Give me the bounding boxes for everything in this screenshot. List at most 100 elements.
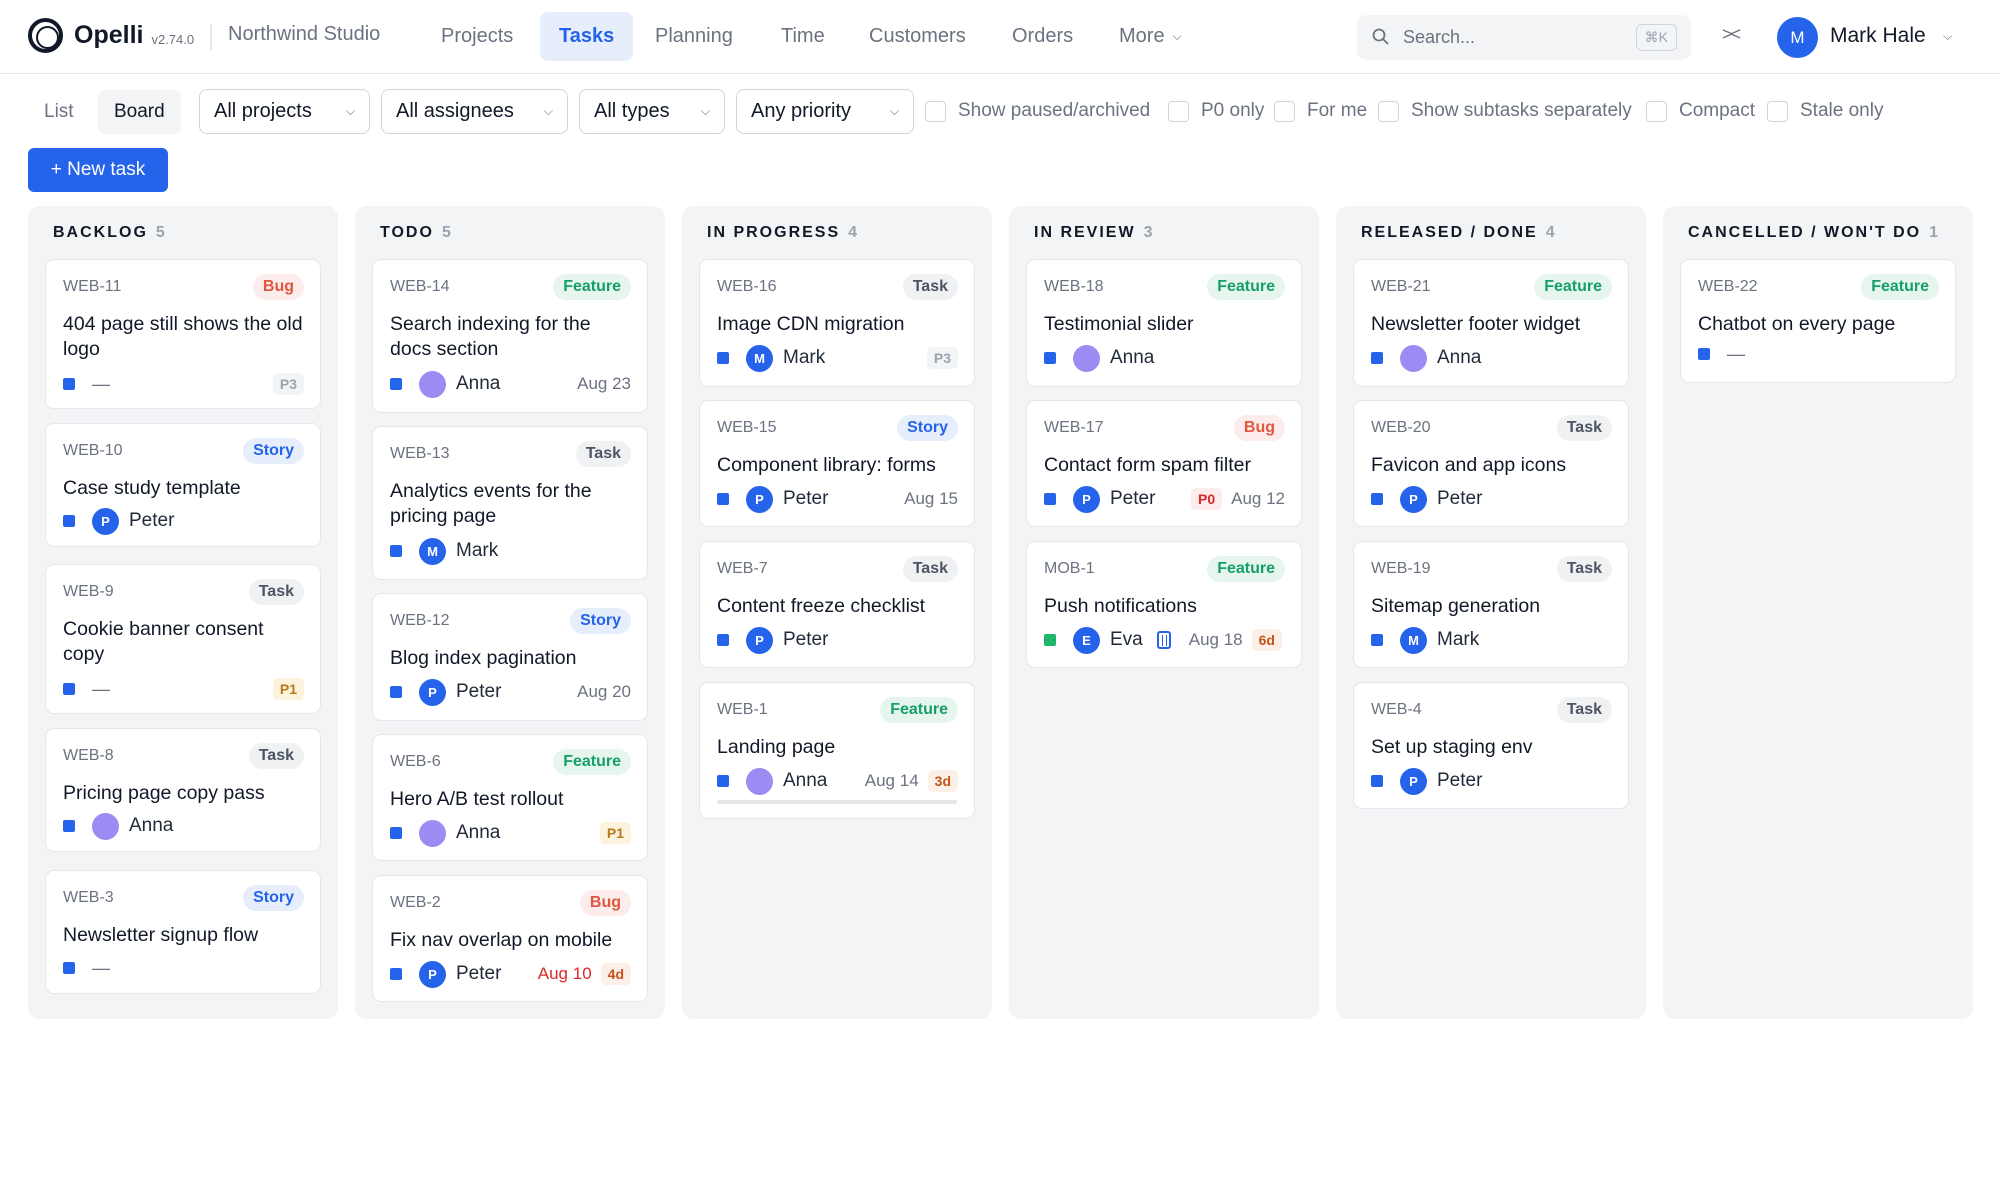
due-date: Aug 20: [577, 682, 631, 701]
task-card[interactable]: MOB-1 Feature Push notifications E Eva A…: [1026, 541, 1302, 668]
assignee-avatar: P: [92, 507, 119, 535]
task-card[interactable]: WEB-10 Story Case study template P Peter: [45, 423, 321, 547]
workspace-name[interactable]: Northwind Studio: [228, 23, 380, 46]
filter-assignees-dropdown[interactable]: All assignees ⌵: [381, 89, 568, 134]
filter-projects-dropdown[interactable]: All projects ⌵: [199, 89, 370, 134]
task-card[interactable]: WEB-8 Task Pricing page copy pass Anna: [45, 728, 321, 852]
type-badge: Task: [575, 441, 631, 467]
task-card[interactable]: WEB-3 Story Newsletter signup flow —: [45, 870, 321, 994]
checkbox-p0-only[interactable]: P0 only: [1168, 100, 1264, 122]
blocked-icon: [1156, 631, 1171, 649]
checkbox-subtasks-separately[interactable]: Show subtasks separately: [1378, 100, 1632, 122]
nav-projects[interactable]: Projects: [422, 12, 532, 61]
priority-badge: P0: [1190, 488, 1223, 510]
task-card[interactable]: WEB-19 Task Sitemap generation M Mark: [1353, 541, 1629, 668]
task-card[interactable]: WEB-7 Task Content freeze checklist P Pe…: [699, 541, 975, 668]
chevron-down-icon[interactable]: ⌵: [1943, 29, 1952, 44]
project-color-icon: [63, 515, 75, 527]
assignee-name: Anna: [129, 815, 174, 836]
checkbox-show-paused[interactable]: Show paused/archived: [925, 100, 1150, 122]
type-badge: Story: [570, 608, 631, 634]
task-card[interactable]: WEB-6 Feature Hero A/B test rollout Anna…: [372, 734, 648, 861]
column-count: 4: [1545, 224, 1555, 241]
task-card[interactable]: WEB-9 Task Cookie banner consent copy — …: [45, 564, 321, 714]
checkbox-box[interactable]: [1646, 100, 1667, 122]
nav-tasks[interactable]: Tasks: [540, 12, 634, 61]
search-input[interactable]: Search... ⌘K: [1357, 15, 1691, 60]
nav-customers[interactable]: Customers: [850, 12, 985, 61]
project-color-icon: [1371, 352, 1383, 364]
task-card[interactable]: WEB-21 Feature Newsletter footer widget …: [1353, 259, 1629, 387]
assignee-avatar: P: [746, 485, 773, 513]
filter-types-dropdown[interactable]: All types ⌵: [579, 89, 725, 134]
checkbox-compact[interactable]: Compact: [1646, 100, 1755, 122]
view-tab-board[interactable]: Board: [98, 90, 181, 134]
app-version: v2.74.0: [151, 32, 195, 47]
assignee-avatar: M: [1400, 626, 1427, 654]
task-card[interactable]: WEB-18 Feature Testimonial slider Anna: [1026, 259, 1302, 387]
filter-priority-dropdown[interactable]: Any priority ⌵: [736, 89, 914, 134]
column-count: 5: [155, 224, 165, 241]
project-color-icon: [717, 352, 729, 364]
task-card[interactable]: WEB-16 Task Image CDN migration M Mark P…: [699, 259, 975, 387]
type-badge: Story: [243, 438, 304, 464]
task-card[interactable]: WEB-2 Bug Fix nav overlap on mobile P Pe…: [372, 875, 648, 1002]
app-logo[interactable]: Opelli v2.74.0: [28, 18, 194, 53]
checkbox-box[interactable]: [1168, 100, 1189, 122]
checkbox-stale-only[interactable]: Stale only: [1767, 100, 1883, 122]
age-badge: 3d: [927, 770, 958, 792]
column-count: 3: [1143, 224, 1153, 241]
task-title: Push notifications: [1044, 595, 1197, 617]
checkbox-box[interactable]: [1274, 100, 1295, 122]
task-card[interactable]: WEB-15 Story Component library: forms P …: [699, 400, 975, 527]
task-card[interactable]: WEB-17 Bug Contact form spam filter P Pe…: [1026, 400, 1302, 527]
nav-planning[interactable]: Planning: [636, 12, 752, 61]
user-avatar[interactable]: M: [1777, 17, 1818, 58]
divider: [210, 24, 212, 50]
task-meta: P Peter Aug 20: [390, 678, 631, 706]
assignee-name: Mark: [1437, 629, 1480, 650]
checkbox-for-me[interactable]: For me: [1274, 100, 1367, 122]
checkbox-box[interactable]: [1767, 100, 1788, 122]
task-card[interactable]: WEB-4 Task Set up staging env P Peter: [1353, 682, 1629, 809]
unassigned-marker: —: [92, 678, 110, 699]
assignee-avatar: E: [1073, 626, 1100, 654]
nav-time[interactable]: Time: [762, 12, 844, 61]
type-badge: Bug: [1233, 415, 1285, 441]
user-name[interactable]: Mark Hale: [1830, 24, 1926, 48]
checkbox-box[interactable]: [925, 100, 946, 122]
task-card[interactable]: WEB-12 Story Blog index pagination P Pet…: [372, 593, 648, 721]
task-card[interactable]: WEB-22 Feature Chatbot on every page —: [1680, 259, 1956, 383]
task-card[interactable]: WEB-11 Bug 404 page still shows the old …: [45, 259, 321, 409]
assignee-name: Peter: [1110, 488, 1156, 509]
task-title: Image CDN migration: [717, 313, 905, 335]
task-card[interactable]: WEB-1 Feature Landing page Anna Aug 14 3…: [699, 682, 975, 819]
view-tab-list[interactable]: List: [28, 90, 90, 134]
top-nav: Opelli v2.74.0 Northwind Studio Projects…: [0, 0, 2000, 74]
task-card[interactable]: WEB-20 Task Favicon and app icons P Pete…: [1353, 400, 1629, 527]
view-tab-board-label: Board: [114, 101, 165, 122]
task-id: WEB-17: [1044, 419, 1104, 436]
nav-orders[interactable]: Orders: [993, 12, 1092, 61]
task-card[interactable]: WEB-14 Feature Search indexing for the d…: [372, 259, 648, 413]
checkbox-box[interactable]: [1378, 100, 1399, 122]
task-meta: E Eva Aug 18 6d: [1044, 626, 1285, 654]
column-header: IN REVIEW 3: [1034, 224, 1152, 242]
type-badge: Task: [1556, 697, 1612, 723]
due-date: Aug 15: [904, 489, 958, 508]
task-title: Landing page: [717, 736, 836, 758]
task-card[interactable]: WEB-13 Task Analytics events for the pri…: [372, 426, 648, 580]
type-badge: Feature: [1207, 556, 1285, 582]
new-task-button[interactable]: + New task: [28, 148, 168, 192]
project-color-icon: [1044, 352, 1056, 364]
search-icon: [1372, 28, 1389, 45]
column-title: IN PROGRESS: [707, 224, 841, 241]
assignee-name: Peter: [129, 510, 175, 531]
project-color-icon: [390, 378, 402, 390]
nav-more[interactable]: More ⌵: [1100, 12, 1201, 61]
project-color-icon: [63, 962, 75, 974]
project-color-icon: [717, 634, 729, 646]
task-title: Testimonial slider: [1044, 313, 1194, 335]
task-meta: M Mark: [390, 537, 631, 565]
collapse-icon[interactable]: ><: [1722, 24, 1741, 45]
